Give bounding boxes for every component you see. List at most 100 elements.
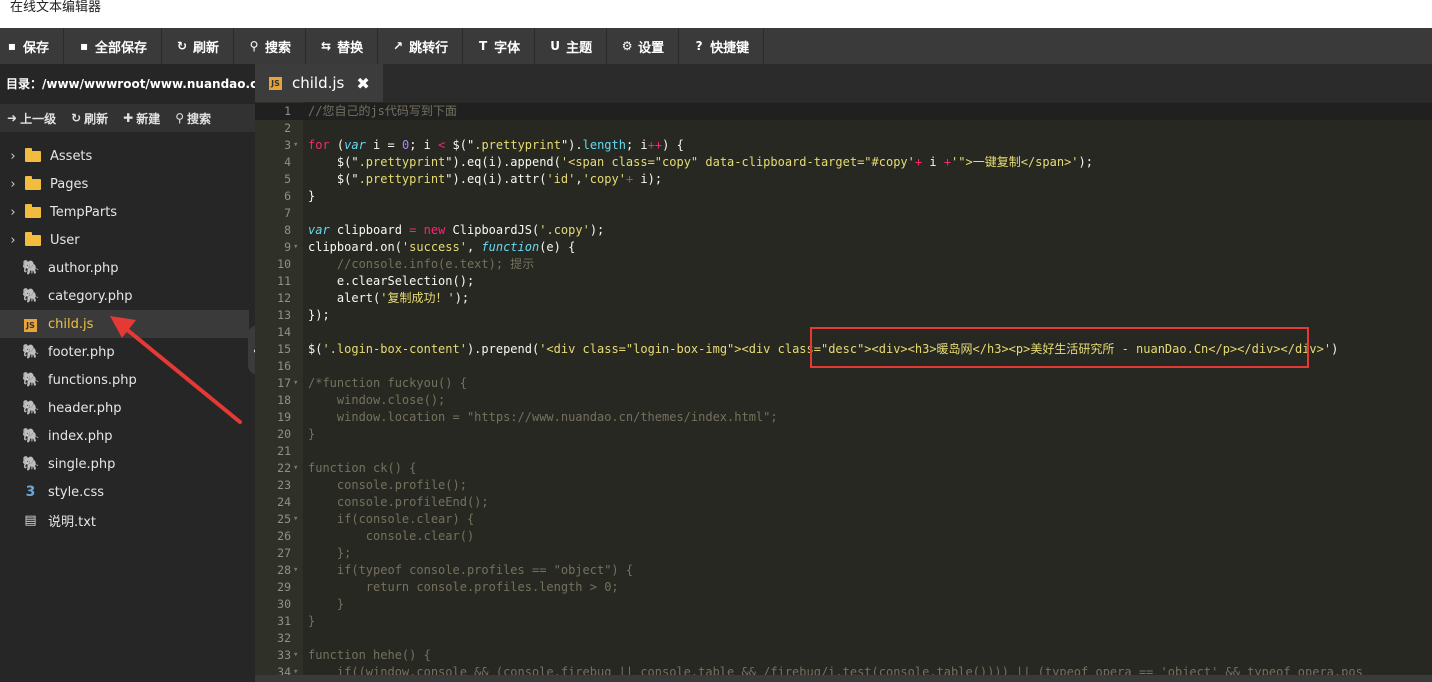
toolbar-button-3[interactable]: ⚲ 搜索 bbox=[234, 28, 307, 64]
tree-item[interactable]: 🐘 footer.php bbox=[0, 338, 255, 366]
code-token: , bbox=[466, 240, 482, 254]
code-token: $(" bbox=[308, 172, 359, 186]
toolbar-button-2[interactable]: ↻ 刷新 bbox=[162, 28, 235, 64]
code-line: 8 var clipboard = new ClipboardJS('.copy'… bbox=[255, 222, 1432, 239]
tree-item[interactable]: › User bbox=[0, 226, 255, 254]
line-number: 17 bbox=[277, 376, 291, 390]
chevron-right-icon[interactable]: › bbox=[7, 205, 19, 220]
window-title-bar: 在线文本编辑器 bbox=[0, 0, 1432, 28]
js-file-icon: JS bbox=[22, 317, 39, 332]
tree-item[interactable]: › TempParts bbox=[0, 198, 255, 226]
horizontal-scrollbar[interactable] bbox=[255, 675, 1432, 682]
code-token: length bbox=[582, 138, 626, 152]
chevron-right-icon[interactable]: › bbox=[7, 149, 19, 164]
sidebar-action-0[interactable]: ➜ 上一级 bbox=[0, 110, 64, 127]
tab-child-js[interactable]: JS child.js ✖ bbox=[255, 64, 383, 102]
code-text: e.clearSelection(); bbox=[308, 273, 474, 290]
tree-item[interactable]: 🐘 category.php bbox=[0, 282, 255, 310]
line-number: 16 bbox=[277, 359, 291, 373]
code-token: ClipboardJS( bbox=[445, 223, 540, 237]
tree-item[interactable]: 🐘 author.php bbox=[0, 254, 255, 282]
tree-item[interactable]: 🐘 single.php bbox=[0, 450, 255, 478]
toolbar-button-1[interactable]: ▪ 全部保存 bbox=[64, 28, 163, 64]
fold-toggle-icon[interactable]: ▾ bbox=[293, 137, 303, 154]
toolbar-button-8[interactable]: ⚙ 设置 bbox=[607, 28, 680, 64]
chevron-right-icon[interactable]: › bbox=[7, 177, 19, 192]
tree-item[interactable]: 🐘 index.php bbox=[0, 422, 255, 450]
line-number: 9 bbox=[284, 240, 291, 254]
code-editor[interactable]: 1//您自己的js代码写到下面 2 3 ▾ for (var i = 0; i < $(… bbox=[255, 102, 1432, 682]
tree-item-label: category.php bbox=[48, 288, 133, 304]
code-token: ) bbox=[1331, 342, 1339, 356]
line-number: 7 bbox=[284, 206, 291, 220]
tree-item-label: single.php bbox=[48, 456, 116, 472]
fold-toggle-icon[interactable]: ▾ bbox=[293, 511, 303, 528]
code-line: 10 //console.info(e.text); 提示 bbox=[255, 256, 1432, 273]
fold-toggle-icon[interactable]: ▾ bbox=[293, 460, 303, 477]
code-token: '复制成功！' bbox=[380, 291, 455, 305]
code-text: window.close(); bbox=[308, 392, 445, 409]
tree-item[interactable]: 🐘 functions.php bbox=[0, 366, 255, 394]
tree-item[interactable]: ▤ 说明.txt bbox=[0, 506, 255, 534]
fold-toggle-icon[interactable]: ▾ bbox=[293, 562, 303, 579]
goto-line-icon: ↗ bbox=[393, 39, 404, 53]
fold-toggle-icon[interactable]: ▾ bbox=[293, 375, 303, 392]
sidebar-action-2[interactable]: ✚ 新建 bbox=[116, 110, 168, 127]
sidebar-action-1[interactable]: ↻ 刷新 bbox=[64, 110, 116, 127]
code-text: } bbox=[308, 426, 315, 443]
file-actions-bar: ➜ 上一级 ↻ 刷新 ✚ 新建 ⚲ 搜索 bbox=[0, 104, 255, 132]
toolbar-button-0[interactable]: ▪ 保存 bbox=[0, 28, 65, 64]
php-file-icon: 🐘 bbox=[22, 456, 40, 472]
code-text: clipboard.on('success', function(e) { bbox=[308, 239, 575, 256]
chevron-right-icon[interactable]: › bbox=[7, 233, 19, 248]
line-number: 31 bbox=[277, 614, 291, 628]
folder-icon bbox=[25, 203, 41, 218]
fold-toggle-icon[interactable]: ▾ bbox=[293, 239, 303, 256]
code-text: console.profileEnd(); bbox=[308, 494, 489, 511]
toolbar-button-label: 替换 bbox=[337, 40, 364, 56]
code-line: 21 bbox=[255, 443, 1432, 460]
tree-item-label: index.php bbox=[48, 428, 113, 444]
sidebar-action-3[interactable]: ⚲ 搜索 bbox=[168, 110, 219, 127]
toolbar-button-9[interactable]: ? 快捷键 bbox=[679, 28, 765, 64]
line-number: 4 bbox=[284, 155, 291, 169]
code-text: console.clear() bbox=[308, 528, 474, 545]
toolbar-button-label: 保存 bbox=[23, 40, 50, 56]
tree-item[interactable]: › Assets bbox=[0, 142, 255, 170]
code-text: $(".prettyprint").eq(i).attr('id','copy'… bbox=[308, 171, 662, 188]
code-token: } bbox=[308, 427, 316, 441]
code-line: 20} bbox=[255, 426, 1432, 443]
code-token: for bbox=[308, 138, 330, 152]
code-text: }; bbox=[308, 545, 351, 562]
toolbar-button-label: 设置 bbox=[638, 40, 665, 56]
code-line: 30 } bbox=[255, 596, 1432, 613]
code-token: $(" bbox=[445, 138, 475, 152]
close-icon[interactable]: ✖ bbox=[356, 74, 369, 93]
php-file-icon: 🐘 bbox=[22, 400, 40, 416]
tree-item[interactable]: JS child.js bbox=[0, 310, 249, 338]
toolbar-button-6[interactable]: T 字体 bbox=[463, 28, 536, 64]
tree-item-label: 说明.txt bbox=[48, 514, 97, 530]
directory-path: 目录：/www/wwwroot/www.nuandao.c... bbox=[6, 77, 255, 91]
tree-item[interactable]: › Pages bbox=[0, 170, 255, 198]
code-line: 17 ▾ /*function fuckyou() { bbox=[255, 375, 1432, 392]
line-number: 12 bbox=[277, 291, 291, 305]
text-file-icon: ▤ bbox=[24, 512, 37, 528]
line-number: 18 bbox=[277, 393, 291, 407]
code-line: 6} bbox=[255, 188, 1432, 205]
fold-toggle-icon[interactable]: ▾ bbox=[293, 647, 303, 664]
code-token: , bbox=[575, 172, 583, 186]
code-token: .prettyprint bbox=[474, 138, 561, 152]
toolbar-button-4[interactable]: ⇆ 替换 bbox=[306, 28, 379, 64]
tree-item[interactable]: 🐘 header.php bbox=[0, 394, 255, 422]
toolbar-button-7[interactable]: U 主题 bbox=[535, 28, 608, 64]
code-token: i); bbox=[633, 172, 663, 186]
line-number: 3 bbox=[284, 138, 291, 152]
line-number: 14 bbox=[277, 325, 291, 339]
tree-item[interactable]: 3 style.css bbox=[0, 478, 255, 506]
line-number: 21 bbox=[277, 444, 291, 458]
code-line: 3 ▾ for (var i = 0; i < $(".prettyprint").… bbox=[255, 137, 1432, 154]
folder-icon bbox=[25, 175, 41, 190]
toolbar-button-5[interactable]: ↗ 跳转行 bbox=[378, 28, 464, 64]
